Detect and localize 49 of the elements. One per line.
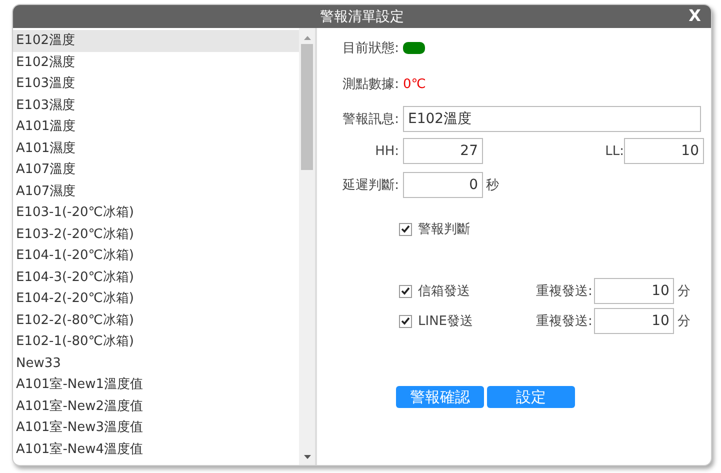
list-item[interactable]: E104-1(-20℃冰箱)	[13, 245, 299, 266]
list-item[interactable]: A101室-New4溫度值	[13, 438, 299, 460]
checkbox-label: 信箱發送	[418, 283, 471, 300]
checkbox-label: 警報判斷	[418, 221, 470, 238]
ll-label: LL:	[604, 144, 624, 158]
list-item[interactable]: E102濕度	[13, 52, 299, 73]
list-item[interactable]: E102-1(-80℃冰箱)	[13, 331, 299, 352]
list-item[interactable]: A101濕度	[13, 138, 299, 159]
list-item[interactable]: E103-1(-20℃冰箱)	[13, 202, 299, 224]
list-item[interactable]: E102溫度	[13, 30, 299, 52]
checkbox[interactable]	[399, 314, 412, 328]
close-button[interactable]: X	[686, 6, 703, 25]
ll-input[interactable]: 10	[624, 138, 704, 164]
list-item[interactable]: New33	[13, 352, 299, 374]
message-input[interactable]: E102溫度	[403, 106, 701, 132]
repeat-label: 重複發送:	[536, 313, 592, 330]
list-item[interactable]: E104-3(-20℃冰箱)	[13, 266, 299, 288]
list-item[interactable]: A101室-New3溫度值	[13, 417, 299, 438]
delay-input[interactable]: 0	[403, 172, 483, 198]
list-item[interactable]: A107溫度	[13, 159, 299, 180]
list-item[interactable]: E103-2(-20℃冰箱)	[13, 224, 299, 245]
status-label: 目前狀態:	[342, 40, 400, 57]
scrollbar-thumb[interactable]	[301, 44, 313, 170]
unit-label: 分	[677, 313, 690, 330]
scrollbar[interactable]	[299, 28, 315, 465]
list-item[interactable]: A101室-New1溫度值	[13, 374, 299, 396]
delay-label: 延遲判斷:	[342, 177, 400, 194]
list-item[interactable]: E102-2(-80℃冰箱)	[13, 310, 299, 331]
list-item[interactable]: A107濕度	[13, 180, 299, 202]
repeat-label: 重複發送:	[536, 283, 592, 300]
message-label: 警報訊息:	[342, 111, 400, 128]
checkbox[interactable]	[399, 222, 412, 236]
hh-label: HH:	[374, 144, 400, 158]
unit-label: 秒	[486, 177, 499, 194]
list-item[interactable]: E103濕度	[13, 94, 299, 116]
list-item[interactable]: A101室-New2溫度值	[13, 396, 299, 417]
scroll-down-icon[interactable]	[304, 455, 310, 459]
list-item[interactable]: E103溫度	[13, 73, 299, 94]
checkbox[interactable]	[399, 284, 412, 298]
list-item[interactable]: A101溫度	[13, 116, 299, 138]
data-value: 0℃	[403, 76, 426, 92]
unit-label: 分	[677, 283, 690, 300]
data-label: 測點數據:	[342, 76, 400, 93]
window-title: 警報清單設定	[320, 8, 404, 26]
checkbox-label: LINE發送	[418, 313, 474, 330]
repeat-input[interactable]: 10	[594, 308, 674, 334]
hh-input[interactable]: 27	[403, 138, 483, 164]
repeat-input[interactable]: 10	[594, 278, 674, 304]
list-item[interactable]: E104-2(-20℃冰箱)	[13, 288, 299, 310]
